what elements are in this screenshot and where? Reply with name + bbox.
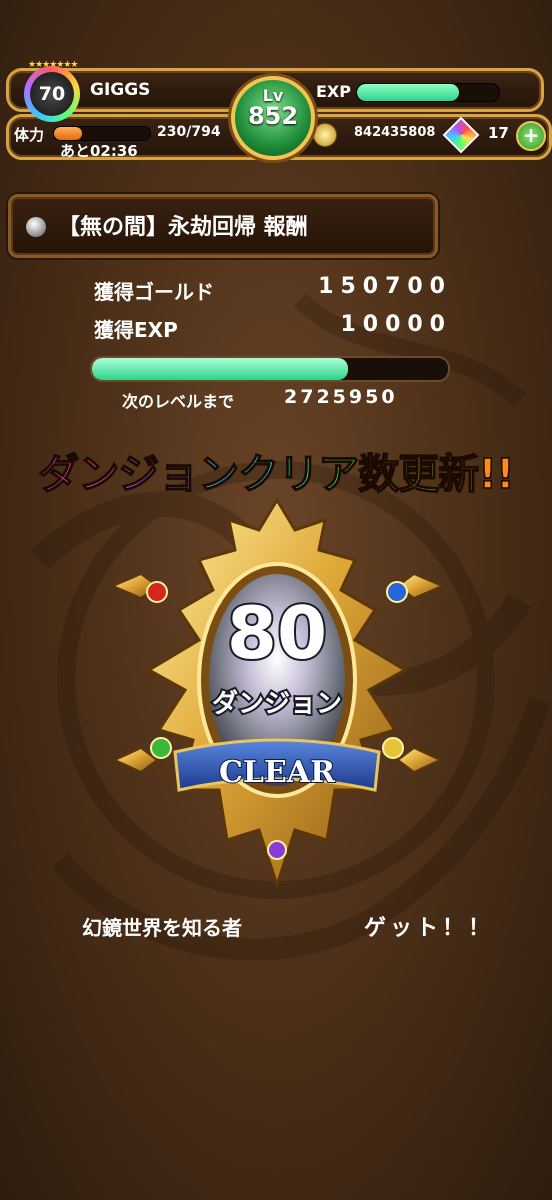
clear-count: 80 [227,591,327,675]
next-level-label: 次のレベルまで [122,392,235,411]
next-level-bar [90,356,450,382]
hp-bar-fill [54,127,82,140]
banner-char: !! [478,449,516,499]
gold-reward-label: 獲得ゴールド [94,280,214,304]
player-name: GIGGS [90,80,151,100]
fire-gem-icon [146,581,168,603]
hp-label: 体力 [14,126,45,144]
clear-unit: ダンジョン [212,688,342,719]
wood-gem-icon [150,737,172,759]
hp-timer: あと02:36 [60,142,138,160]
gold-coin-icon [313,123,337,147]
rank-stars: ★★★★★★★ [28,60,78,70]
gold-amount: 842435808 [354,125,436,140]
gem-amount: 17 [488,124,509,142]
hp-value: 230/794 [157,124,221,140]
banner-char: ダ [38,449,81,499]
next-level-value: 2725950 [284,386,398,408]
gold-reward-value: 150700 [318,274,452,299]
hp-bar [53,126,151,141]
exp-reward-label: 獲得EXP [94,318,178,342]
exp-label: EXP [316,82,351,101]
title-got: ゲット！！ [364,916,495,941]
title-name: 幻鏡世界を知る者 [82,916,242,940]
void-orb-icon [26,217,46,237]
clear-ribbon: CLEAR [219,755,336,790]
exp-reward-value: 10000 [340,312,452,337]
add-gems-button[interactable]: + [516,121,546,151]
light-gem-icon [382,737,404,759]
exp-bar-fill [357,84,460,101]
level-badge: Lv 852 [231,76,315,160]
exp-bar [356,83,500,102]
rank-badge[interactable]: 70 [24,66,80,122]
dark-gem-icon [267,840,287,860]
clear-medal: 80 ダンジョン CLEAR [110,497,445,890]
water-gem-icon [386,581,408,603]
level-value: 852 [247,102,299,130]
rank-value: 70 [30,72,74,116]
next-level-bar-fill [92,358,349,380]
reward-title: 【無の間】永劫回帰 報酬 [58,215,308,240]
